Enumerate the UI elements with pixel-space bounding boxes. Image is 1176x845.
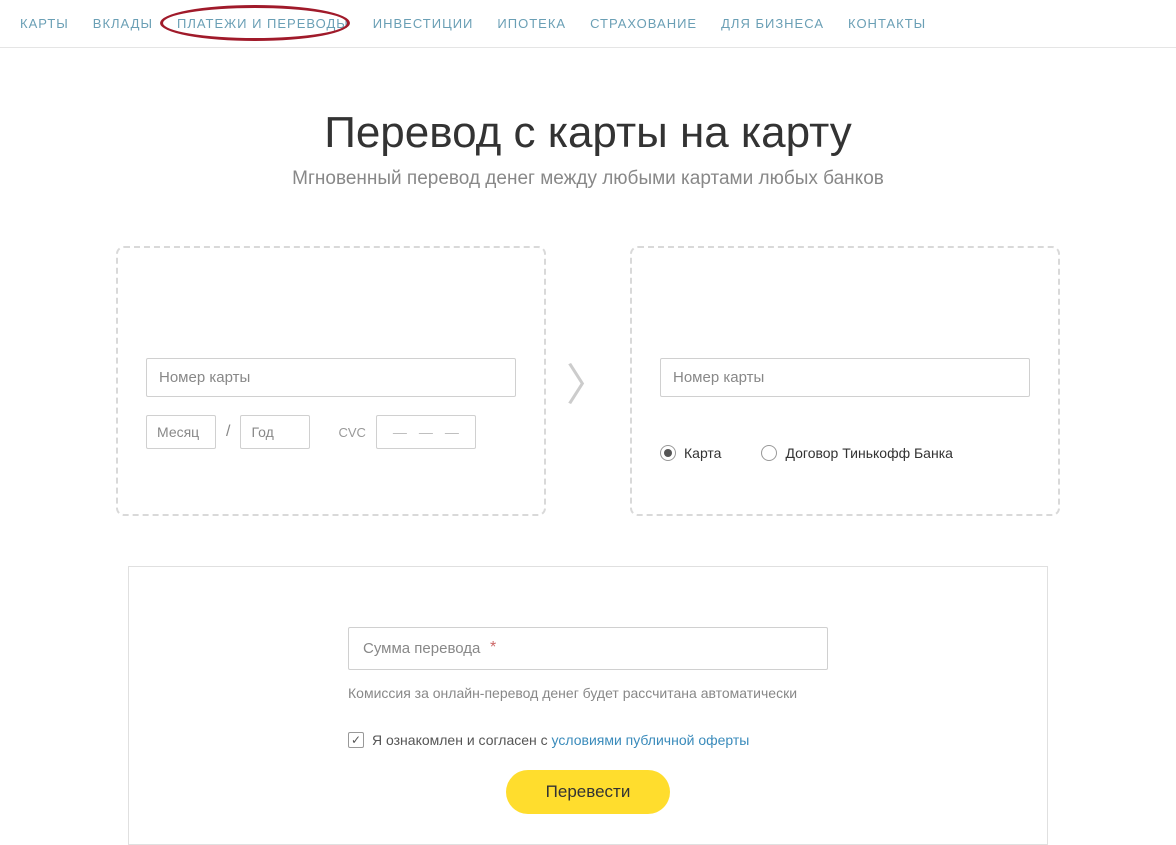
amount-input[interactable] [348,627,828,670]
expiry-separator: / [226,423,230,441]
hero: Перевод с карты на карту Мгновенный пере… [0,108,1176,190]
consent-checkbox[interactable]: ✓ [348,732,364,748]
amount-panel: * Комиссия за онлайн-перевод денег будет… [128,566,1048,845]
nav-mortgage[interactable]: ИПОТЕКА [497,16,566,31]
radio-option-contract[interactable]: Договор Тинькофф Банка [761,445,952,461]
radio-icon [660,445,676,461]
consent-link[interactable]: условиями публичной оферты [552,732,750,748]
nav-insurance[interactable]: СТРАХОВАНИЕ [590,16,697,31]
nav-deposits[interactable]: ВКЛАДЫ [93,16,153,31]
cvc-input[interactable]: — — — [376,415,476,449]
radio-icon [761,445,777,461]
top-nav: КАРТЫ ВКЛАДЫ ПЛАТЕЖИ И ПЕРЕВОДЫ ИНВЕСТИЦ… [0,0,1176,48]
nav-business[interactable]: ДЛЯ БИЗНЕСА [721,16,824,31]
nav-contacts[interactable]: КОНТАКТЫ [848,16,926,31]
submit-button[interactable]: Перевести [506,770,671,814]
expiry-year-input[interactable] [240,415,310,449]
radio-option-card[interactable]: Карта [660,445,721,461]
expiry-month-input[interactable] [146,415,216,449]
page-subtitle: Мгновенный перевод денег между любыми ка… [0,168,1176,190]
cvc-label: CVC [338,425,365,440]
to-card-number-input[interactable] [660,358,1030,397]
nav-investments[interactable]: ИНВЕСТИЦИИ [373,16,474,31]
page-title: Перевод с карты на карту [0,108,1176,158]
from-card-number-input[interactable] [146,358,516,397]
from-card-panel: / CVC — — — [116,246,546,516]
consent-row: ✓ Я ознакомлен и согласен с условиями пу… [348,732,828,748]
radio-label-card: Карта [684,445,721,461]
nav-payments-transfers[interactable]: ПЛАТЕЖИ И ПЕРЕВОДЫ [177,16,349,31]
arrow-right-icon: 〉 [566,349,610,413]
to-card-panel: Карта Договор Тинькофф Банка [630,246,1060,516]
fee-note: Комиссия за онлайн-перевод денег будет р… [348,684,828,704]
consent-text: Я ознакомлен и согласен с [372,732,552,748]
nav-cards[interactable]: КАРТЫ [20,16,69,31]
radio-label-contract: Договор Тинькофф Банка [785,445,952,461]
